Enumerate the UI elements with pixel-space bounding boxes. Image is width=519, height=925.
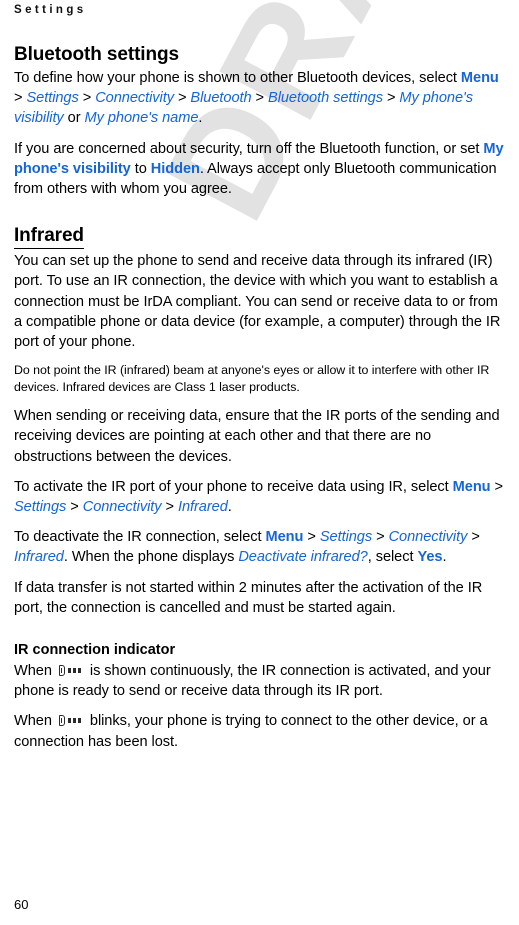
text-lead: When bbox=[14, 713, 56, 730]
ir-beam-dash bbox=[72, 668, 76, 673]
ui-path-my-phones-name: My phone's name bbox=[84, 110, 199, 127]
text-mid: or bbox=[63, 110, 85, 127]
paragraph-infrared-warning: Do not point the IR (infrared) beam at a… bbox=[14, 363, 490, 395]
path-separator: > bbox=[14, 90, 27, 107]
page-number: 60 bbox=[14, 897, 29, 912]
page-content: Settings Bluetooth settings To define ho… bbox=[14, 0, 505, 752]
ir-port-shape bbox=[58, 715, 65, 727]
text-lead: To activate the IR port of your phone to… bbox=[14, 478, 453, 495]
text-lead: If you are concerned about security, tur… bbox=[14, 140, 484, 157]
path-separator: > bbox=[78, 90, 96, 107]
paragraph-infrared-intro: You can set up the phone to send and rec… bbox=[14, 253, 501, 351]
path-separator: > bbox=[490, 478, 504, 495]
ir-beam-dash bbox=[67, 718, 71, 723]
ui-term-yes: Yes bbox=[417, 549, 443, 566]
text-tail: . bbox=[198, 110, 203, 127]
path-separator: > bbox=[382, 90, 400, 107]
ir-port-shape bbox=[58, 665, 65, 677]
text-lead: When bbox=[14, 663, 56, 680]
heading-bluetooth-settings: Bluetooth settings bbox=[14, 44, 179, 65]
path-separator: > bbox=[251, 90, 269, 107]
path-separator: > bbox=[173, 90, 191, 107]
text-tail: is shown continuously, the IR connection… bbox=[14, 663, 491, 700]
running-header: Settings bbox=[14, 4, 87, 16]
paragraph-infrared-aiming: When sending or receiving data, ensure t… bbox=[14, 408, 500, 465]
text-mid2: , select bbox=[367, 549, 418, 566]
paragraph-bluetooth-define: To define how your phone is shown to oth… bbox=[14, 68, 505, 129]
ui-path-settings: Settings bbox=[26, 90, 79, 107]
heading-ir-connection-indicator: IR connection indicator bbox=[14, 642, 176, 659]
ui-path-bluetooth: Bluetooth bbox=[190, 90, 252, 107]
ui-prompt-deactivate-infrared: Deactivate infrared? bbox=[238, 549, 368, 566]
ui-path-infrared: Infrared bbox=[14, 549, 64, 566]
paragraph-ir-indicator-blinking: When blinks, your phone is trying to con… bbox=[14, 711, 505, 751]
text-tail: blinks, your phone is trying to connect … bbox=[14, 713, 488, 750]
ir-beam-dash bbox=[72, 718, 76, 723]
ui-path-infrared: Infrared bbox=[177, 499, 228, 516]
heading-infrared: Infrared bbox=[14, 225, 84, 250]
document-page: DRAFT Settings Bluetooth settings To def… bbox=[0, 0, 519, 925]
ui-path-settings: Settings bbox=[14, 499, 67, 516]
paragraph-ir-indicator-steady: When is shown continuously, the IR conne… bbox=[14, 661, 505, 701]
text-lead: To deactivate the IR connection, select bbox=[14, 529, 266, 546]
paragraph-bluetooth-security: If you are concerned about security, tur… bbox=[14, 139, 505, 200]
ir-beam-dash bbox=[77, 668, 81, 673]
ui-path-connectivity: Connectivity bbox=[388, 529, 468, 546]
ir-beam-dash bbox=[77, 718, 81, 723]
ui-path-menu: Menu bbox=[265, 529, 304, 546]
path-separator: > bbox=[372, 529, 389, 546]
text-mid: to bbox=[130, 160, 151, 177]
paragraph-infrared-activate: To activate the IR port of your phone to… bbox=[14, 477, 505, 517]
ui-path-connectivity: Connectivity bbox=[95, 90, 174, 107]
ui-path-menu: Menu bbox=[460, 70, 499, 86]
paragraph-infrared-timeout: If data transfer is not started within 2… bbox=[14, 579, 483, 616]
text-tail: . bbox=[227, 499, 232, 516]
text-mid: . When the phone displays bbox=[63, 549, 239, 566]
path-separator: > bbox=[303, 529, 320, 546]
ir-beam-dash bbox=[67, 668, 71, 673]
ui-path-settings: Settings bbox=[319, 529, 373, 546]
ui-path-menu: Menu bbox=[452, 478, 491, 495]
text-lead: To define how your phone is shown to oth… bbox=[14, 70, 461, 86]
path-separator: > bbox=[161, 499, 178, 516]
ui-term-hidden: Hidden bbox=[150, 160, 200, 177]
ir-beam-icon bbox=[58, 665, 83, 677]
ui-path-bluetooth-settings: Bluetooth settings bbox=[268, 90, 383, 107]
ui-path-connectivity: Connectivity bbox=[82, 499, 162, 516]
path-separator: > bbox=[66, 499, 83, 516]
text-tail: . bbox=[442, 549, 447, 566]
path-separator: > bbox=[467, 529, 480, 546]
ir-beam-icon bbox=[58, 715, 83, 727]
heading-infrared-wrap: Infrared bbox=[14, 225, 505, 250]
paragraph-infrared-deactivate: To deactivate the IR connection, select … bbox=[14, 527, 505, 567]
